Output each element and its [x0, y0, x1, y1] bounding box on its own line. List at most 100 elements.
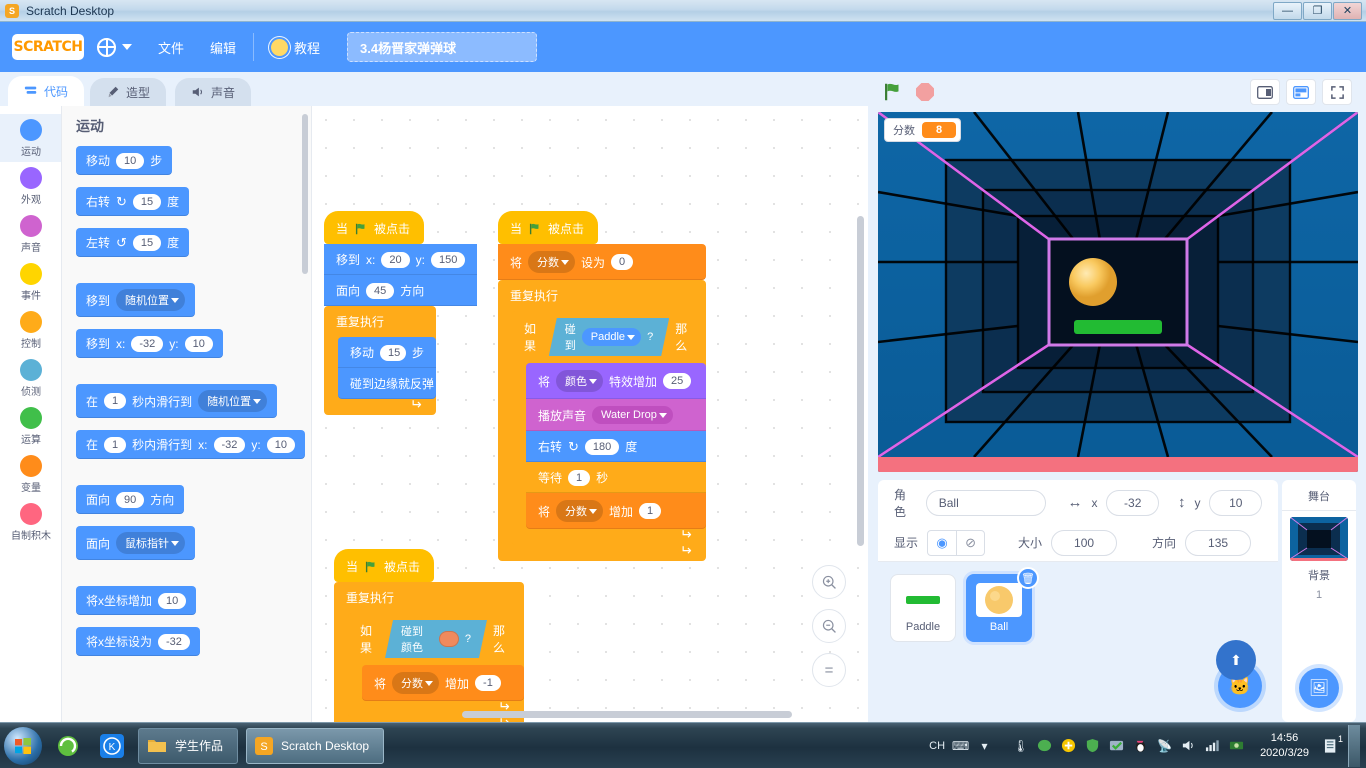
s2-setvar-dropdown[interactable]: 分数: [528, 251, 576, 273]
input-method-indicator[interactable]: CH: [929, 740, 945, 752]
script1-bounce-block[interactable]: 碰到边缘就反弹: [338, 368, 436, 399]
goto-target-dropdown[interactable]: 随机位置: [116, 289, 186, 311]
s1-gotoxy-x-input[interactable]: 20: [381, 251, 410, 268]
sprite-card-ball[interactable]: 🗑 Ball: [966, 567, 1039, 642]
turn-left-input[interactable]: 15: [132, 234, 162, 251]
gotoxy-x-input[interactable]: -32: [131, 335, 164, 352]
script3-when-flag-clicked[interactable]: 当 被点击: [334, 549, 435, 582]
menu-file[interactable]: 文件: [145, 22, 197, 72]
script2-play-sound-block[interactable]: 播放声音 Water Drop: [526, 399, 706, 431]
script2-when-flag-clicked[interactable]: 当 被点击: [498, 211, 599, 244]
category-variables[interactable]: 变量: [0, 450, 61, 498]
eye-slash-icon[interactable]: ⊘: [956, 530, 984, 555]
stage-canvas[interactable]: 分数 8: [878, 112, 1358, 472]
zoom-reset-button[interactable]: =: [812, 653, 846, 687]
script-stack-1[interactable]: 当 被点击 移到 x: 20 y: 150 面向 45 方向 重复执行 移动 1…: [324, 211, 478, 415]
s2-wait-input[interactable]: 1: [568, 469, 591, 486]
category-looks[interactable]: 外观: [0, 162, 61, 210]
sprite-direction-input[interactable]: 135: [1185, 529, 1252, 556]
s2-touching-block[interactable]: 碰到 Paddle ?: [549, 318, 669, 356]
script-canvas[interactable]: 当 被点击 移到 x: 20 y: 150 面向 45 方向 重复执行 移动 1…: [312, 106, 868, 722]
checkmark-icon[interactable]: [1108, 737, 1125, 754]
variable-monitor-score[interactable]: 分数 8: [884, 118, 962, 142]
palette-block-set-x[interactable]: 将x坐标设为 -32: [76, 627, 200, 656]
keyboard-icon[interactable]: ⌨: [952, 737, 969, 754]
point-direction-input[interactable]: 90: [116, 491, 145, 508]
green-flag-icon[interactable]: [882, 81, 904, 103]
script1-forever-block[interactable]: 重复执行 移动 15 步 碰到边缘就反弹: [324, 306, 436, 415]
palette-block-point-direction[interactable]: 面向 90 方向: [76, 485, 185, 514]
taskbar-item-scratch[interactable]: S Scratch Desktop: [246, 727, 385, 764]
s2-turn-input[interactable]: 180: [584, 438, 620, 455]
browser-icon[interactable]: [50, 728, 86, 764]
s1-point-input[interactable]: 45: [366, 282, 395, 299]
script2-if-block[interactable]: 如果 碰到 Paddle ? 那么 将 颜色 特效增加 25 播放声音 Wate…: [512, 311, 706, 545]
script2-forever-block[interactable]: 重复执行 如果 碰到 Paddle ? 那么 将 颜色 特效增加 25 播放声音…: [498, 280, 706, 561]
show-desktop-button[interactable]: [1348, 724, 1360, 767]
sprite-x-input[interactable]: -32: [1106, 489, 1159, 516]
taskbar-clock[interactable]: 14:56 2020/3/29: [1252, 731, 1317, 761]
script2-change-effect-block[interactable]: 将 颜色 特效增加 25: [526, 363, 706, 399]
s2-touching-dropdown[interactable]: Paddle: [582, 328, 641, 346]
s1-gotoxy-y-input[interactable]: 150: [430, 251, 466, 268]
category-control[interactable]: 控制: [0, 306, 61, 354]
s3-changevar-input[interactable]: -1: [475, 675, 501, 691]
sprite-size-input[interactable]: 100: [1051, 529, 1118, 556]
changex-input[interactable]: 10: [158, 592, 187, 609]
large-stage-icon[interactable]: [1286, 79, 1316, 105]
zoom-in-icon[interactable]: [812, 565, 846, 599]
action-center-icon[interactable]: 1: [1324, 734, 1343, 754]
script2-change-variable-block[interactable]: 将 分数 增加 1: [526, 493, 706, 529]
s2-effect-input[interactable]: 25: [663, 373, 692, 389]
volume-icon[interactable]: [1180, 737, 1197, 754]
menu-tutorials[interactable]: 教程: [258, 22, 333, 72]
add-backdrop-icon[interactable]: 🖼: [1299, 668, 1339, 708]
block-palette[interactable]: 运动 移动 10 步 右转 ↻ 15 度 左转 ↺ 15 度 移到 随机位置 移…: [62, 106, 312, 722]
move-steps-input[interactable]: 10: [116, 152, 145, 169]
category-events[interactable]: 事件: [0, 258, 61, 306]
palette-block-point-towards[interactable]: 面向 鼠标指针: [76, 526, 196, 560]
s2-sound-dropdown[interactable]: Water Drop: [592, 406, 673, 424]
script-stack-2[interactable]: 当 被点击 将 分数 设为 0 重复执行 如果 碰到 Paddle ? 那么 将…: [498, 211, 706, 561]
qq-penguin-icon[interactable]: [1132, 737, 1149, 754]
tab-costumes[interactable]: 造型: [90, 78, 167, 106]
tab-sounds[interactable]: 声音: [175, 78, 252, 106]
s2-changevar-dropdown[interactable]: 分数: [556, 500, 604, 522]
script2-wait-block[interactable]: 等待 1 秒: [526, 462, 706, 493]
zoom-out-icon[interactable]: [812, 609, 846, 643]
sprite-name-input[interactable]: Ball: [925, 489, 1047, 516]
s1-move-input[interactable]: 15: [380, 344, 406, 361]
windows-start-orb[interactable]: [4, 726, 42, 765]
maximize-button[interactable]: ❐: [1303, 1, 1332, 20]
close-button[interactable]: ✕: [1333, 1, 1362, 20]
project-name-input[interactable]: 3.4杨晋家弹弹球: [347, 32, 538, 62]
fullscreen-icon[interactable]: [1322, 79, 1352, 105]
glidexy-y-input[interactable]: 10: [266, 436, 295, 453]
minimize-button[interactable]: —: [1273, 1, 1302, 20]
category-sound[interactable]: 声音: [0, 210, 61, 258]
script1-gotoxy-block[interactable]: 移到 x: 20 y: 150: [324, 244, 478, 275]
script1-when-flag-clicked[interactable]: 当 被点击: [324, 211, 425, 244]
palette-scrollbar[interactable]: [302, 114, 308, 274]
s3-touching-color-block[interactable]: 碰到颜色 ?: [385, 620, 487, 658]
category-motion[interactable]: 运动: [0, 114, 61, 162]
language-menu[interactable]: [84, 22, 145, 72]
script3-forever-block[interactable]: 重复执行 如果 碰到颜色 ? 那么 将 分数 增加 -1 ↵ ↵: [334, 582, 524, 722]
wechat-icon[interactable]: [1036, 737, 1053, 754]
glide-target-dropdown[interactable]: 随机位置: [198, 390, 268, 412]
menu-edit[interactable]: 编辑: [197, 22, 249, 72]
canvas-horizontal-scrollbar[interactable]: [462, 711, 792, 718]
stage-thumbnail[interactable]: [1290, 517, 1348, 561]
delete-sprite-icon[interactable]: 🗑: [1017, 567, 1039, 589]
plus-circle-icon[interactable]: [1060, 737, 1077, 754]
taskbar-item-student-works[interactable]: 学生作品: [138, 727, 239, 764]
thermometer-icon[interactable]: 🌡: [1012, 737, 1029, 754]
shield-icon[interactable]: [1084, 737, 1101, 754]
category-sensing[interactable]: 侦测: [0, 354, 61, 402]
script-stack-3[interactable]: 当 被点击 重复执行 如果 碰到颜色 ? 那么 将 分数 增加 -1 ↵ ↵: [334, 549, 524, 722]
stop-icon[interactable]: [916, 83, 934, 101]
script1-point-direction-block[interactable]: 面向 45 方向: [324, 275, 478, 306]
script2-turn-right-block[interactable]: 右转 ↻ 180 度: [526, 431, 706, 462]
glide-secs-input[interactable]: 1: [104, 393, 127, 409]
palette-block-goto[interactable]: 移到 随机位置: [76, 283, 196, 317]
